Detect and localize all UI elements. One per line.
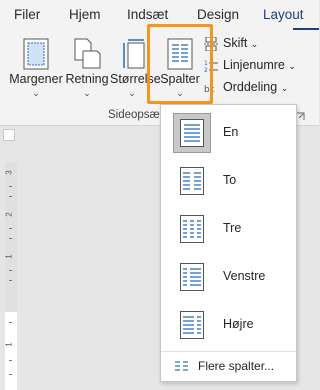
three-columns-icon [180,215,204,243]
margins-icon [23,38,49,70]
ruler-tick [9,374,12,375]
columns-option-label: Venstre [223,269,266,283]
page-size-icon [123,39,145,69]
ruler-number: 1 [4,254,14,259]
ruler-tick [9,322,12,323]
tab-design[interactable]: Design [197,7,239,22]
hyphenation-label: Orddeling [223,80,278,94]
ruler-tick [9,280,12,281]
columns-option-two[interactable]: To [161,155,296,205]
breaks-label: Skift [223,36,248,50]
columns-option-left[interactable]: Venstre [161,251,296,301]
more-columns-label: Flere spalter... [198,359,275,373]
columns-option-right[interactable]: Højre [161,299,296,349]
ruler-tick [9,196,12,197]
columns-option-three[interactable]: Tre [161,203,296,253]
two-columns-icon [180,167,204,195]
page-setup-group-label: Sideopsæt [108,109,163,121]
left-column-icon [180,263,204,291]
one-column-icon [180,119,204,147]
ruler-number: 1 [4,342,14,347]
hyphenation-button[interactable]: bc Orddeling ⌄ [204,80,304,96]
ruler-number: 3 [4,170,14,175]
menu-separator [161,351,296,352]
orientation-label: Retning [65,72,109,86]
ruler-tick [9,186,12,187]
right-column-icon [180,311,204,339]
vertical-ruler-margin [5,162,17,312]
columns-option-label: Højre [223,317,254,331]
tab-selector[interactable] [3,129,15,141]
ruler-tick [9,270,12,271]
columns-option-label: En [223,125,239,139]
chevron-down-icon: ⌄ [83,88,91,98]
tab-file[interactable]: Filer [14,7,40,22]
orientation-icon [74,38,101,69]
tab-layout[interactable]: Layout [263,7,304,22]
ruler-number: 2 [4,212,14,217]
more-columns-button[interactable]: Flere spalter... [161,354,296,380]
chevron-down-icon: ⌄ [32,88,40,98]
line-numbers-button[interactable]: 1 2 Linjenumre ⌄ [204,58,304,74]
columns-highlight-box [147,24,213,104]
line-numbers-label: Linjenumre [223,58,285,72]
tab-home[interactable]: Hjem [69,7,101,22]
orientation-button[interactable]: Retning ⌄ [64,34,110,106]
ruler-tick [9,238,12,239]
more-columns-icon [175,361,188,371]
dialog-launcher-icon[interactable] [296,112,305,121]
columns-option-label: To [223,173,237,187]
columns-dropdown-menu: En To Tre Venstre Højre Flere spalter... [160,104,297,382]
tab-insert[interactable]: Indsæt [127,7,168,22]
ruler-tick [9,360,12,361]
columns-option-label: Tre [223,221,242,235]
margins-label: Margener [9,72,63,86]
margins-button[interactable]: Margener ⌄ [8,34,64,106]
breaks-button[interactable]: Skift ⌄ [204,36,274,52]
ruler-tick [9,228,12,229]
columns-option-one[interactable]: En [161,107,296,157]
